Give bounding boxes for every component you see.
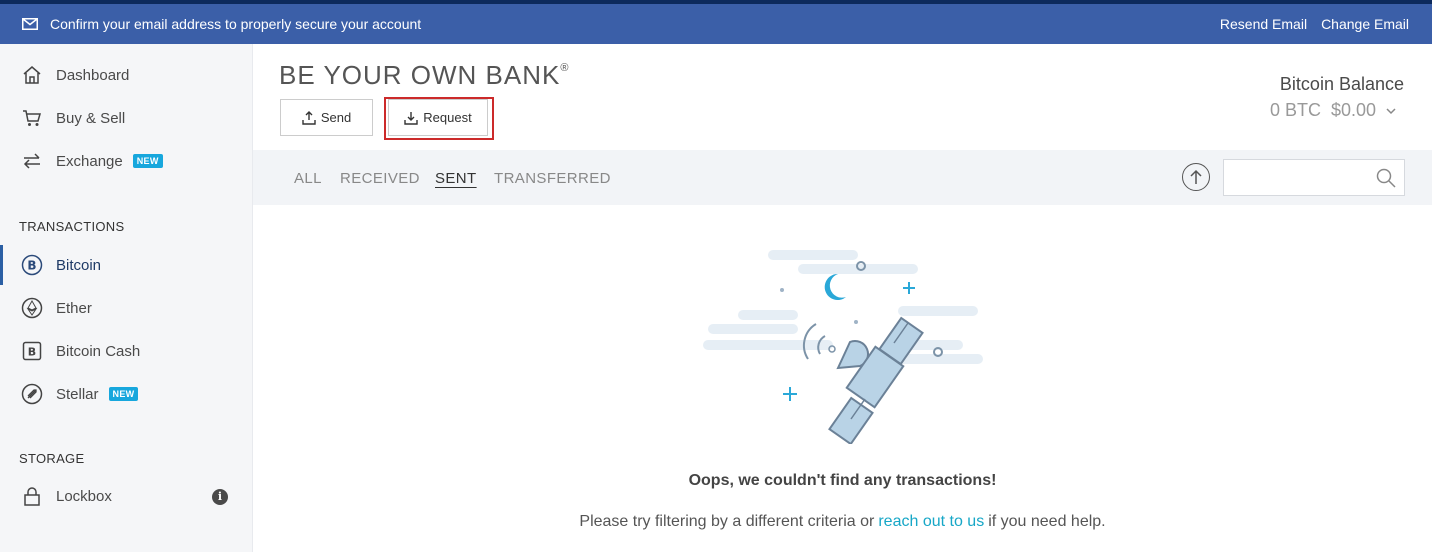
sidebar-item-ether[interactable]: Ether [0, 288, 252, 328]
page-title: BE YOUR OWN BANK® [279, 60, 570, 90]
envelope-icon [22, 18, 38, 30]
upload-icon [302, 110, 316, 125]
reach-out-link[interactable]: reach out to us [878, 513, 984, 530]
sidebar-item-bitcoin[interactable]: B Bitcoin [0, 245, 252, 285]
search-icon[interactable] [1376, 168, 1396, 188]
balance-fiat: $0.00 [1330, 100, 1376, 120]
sidebar-item-buy-sell[interactable]: Buy & Sell [0, 98, 252, 138]
sidebar-item-label: Ether [56, 299, 92, 317]
balance-dropdown[interactable]: 0 BTC $0.00 [1270, 100, 1396, 121]
tab-sent[interactable]: SENT [435, 170, 477, 187]
new-badge: NEW [108, 387, 139, 401]
tab-all[interactable]: ALL [294, 170, 322, 187]
bitcoin-cash-icon: B [20, 339, 44, 363]
cart-icon [20, 106, 44, 130]
satellite-illustration [703, 250, 983, 444]
request-highlight-box [384, 97, 494, 140]
svg-text:B: B [28, 346, 36, 359]
sidebar-item-label: Bitcoin [56, 256, 102, 274]
svg-text:B: B [27, 259, 36, 273]
empty-state-message: Please try filtering by a different crit… [253, 513, 1432, 531]
tab-transferred[interactable]: TRANSFERRED [494, 170, 611, 187]
filter-bar: ALL RECEIVED SENT TRANSFERRED [253, 150, 1432, 205]
change-email-link[interactable]: Change Email [1321, 16, 1409, 32]
banner-message: Confirm your email address to properly s… [50, 16, 422, 32]
main-content: BE YOUR OWN BANK® Send Request Bitcoin B… [253, 44, 1432, 552]
transactions-section-title: TRANSACTIONS [19, 219, 125, 234]
empty-state-title: Oops, we couldn't find any transactions! [688, 472, 997, 489]
resend-email-link[interactable]: Resend Email [1220, 16, 1307, 32]
search-box [1223, 159, 1405, 196]
email-confirm-banner: Confirm your email address to properly s… [0, 4, 1432, 44]
sidebar-item-label: Buy & Sell [56, 109, 126, 127]
balance-label: Bitcoin Balance [1279, 74, 1404, 94]
sidebar-item-bitcoin-cash[interactable]: B Bitcoin Cash [0, 331, 252, 371]
send-label: Send [320, 110, 352, 125]
storage-section-title: STORAGE [19, 451, 85, 466]
export-button[interactable] [1182, 163, 1210, 191]
empty-state-text: Please try filtering by a different crit… [579, 513, 875, 530]
sidebar: Dashboard Buy & Sell Exchange NEW TRANSA… [0, 44, 253, 552]
bitcoin-icon: B [20, 253, 44, 277]
tab-received[interactable]: RECEIVED [340, 170, 420, 187]
arrow-up-icon [1189, 169, 1203, 185]
send-button[interactable]: Send [280, 99, 373, 136]
sidebar-item-label: Lockbox [56, 487, 112, 505]
chevron-down-icon [1386, 107, 1396, 115]
ether-icon [20, 296, 44, 320]
sidebar-item-label: Stellar [56, 385, 99, 403]
stellar-rocket-icon [20, 382, 44, 406]
new-badge: NEW [132, 154, 163, 168]
balance-btc: 0 BTC [1269, 100, 1321, 120]
empty-state-text-end: if you need help. [988, 513, 1106, 530]
sidebar-item-label: Bitcoin Cash [56, 342, 141, 360]
home-icon [20, 63, 44, 87]
lock-icon [20, 484, 44, 508]
sidebar-item-label: Exchange [56, 152, 123, 170]
search-input[interactable] [1224, 160, 1364, 195]
sidebar-item-exchange[interactable]: Exchange NEW [0, 141, 252, 181]
sidebar-item-label: Dashboard [56, 66, 130, 84]
registered-mark: ® [560, 62, 570, 74]
info-icon[interactable]: i [212, 489, 228, 505]
sidebar-item-stellar[interactable]: Stellar NEW [0, 374, 252, 414]
sidebar-item-dashboard[interactable]: Dashboard [0, 55, 252, 95]
exchange-arrows-icon [20, 149, 44, 173]
